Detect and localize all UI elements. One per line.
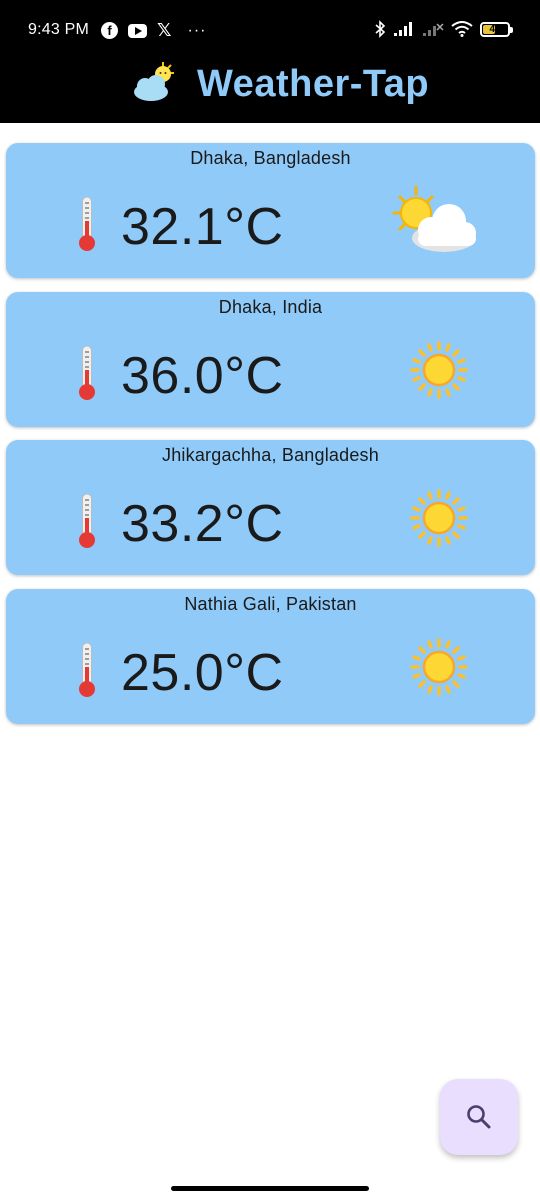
top-bar: 9:43 PM f 𝕏 ··· 47 Weather-Tap <box>0 0 540 123</box>
system-icons: 47 <box>374 20 513 38</box>
weather-card[interactable]: Nathia Gali, Pakistan 25.0°C <box>6 589 535 724</box>
search-icon <box>467 1105 491 1129</box>
thermometer-icon <box>79 493 95 548</box>
weather-card[interactable]: Jhikargachha, Bangladesh 33.2°C <box>6 440 535 575</box>
search-button[interactable] <box>440 1079 518 1155</box>
weather-card[interactable]: Dhaka, Bangladesh 32.1°C <box>6 143 535 278</box>
card-location: Dhaka, Bangladesh <box>190 148 351 168</box>
bluetooth-icon <box>374 20 386 38</box>
youtube-icon <box>128 23 147 38</box>
status-time: 9:43 PM <box>28 21 89 38</box>
app-bar: Weather-Tap <box>0 56 540 116</box>
notification-icons: f 𝕏 ··· <box>101 20 207 41</box>
x-icon: 𝕏 <box>157 20 172 40</box>
wifi-icon <box>451 21 473 37</box>
more-notifications-icon: ··· <box>187 21 207 39</box>
card-temperature: 25.0°C <box>121 644 284 702</box>
facebook-icon: f <box>101 22 118 39</box>
card-temperature: 33.2°C <box>121 495 284 553</box>
app-title: Weather-Tap <box>197 63 430 105</box>
sun-behind-cloud-icon <box>392 185 476 252</box>
card-location: Nathia Gali, Pakistan <box>184 594 357 614</box>
signal-icon <box>393 21 415 37</box>
card-location: Jhikargachha, Bangladesh <box>162 445 379 465</box>
home-indicator[interactable] <box>171 1186 369 1191</box>
thermometer-icon <box>79 642 95 697</box>
card-location: Dhaka, India <box>218 297 323 317</box>
card-temperature: 32.1°C <box>121 198 284 256</box>
sun-icon <box>410 341 468 399</box>
battery-level: 47 <box>489 23 501 35</box>
sun-icon <box>410 638 468 696</box>
sun-behind-cloud-logo-icon <box>134 62 174 101</box>
card-temperature: 36.0°C <box>121 347 284 405</box>
status-bar: 9:43 PM f 𝕏 ··· 47 <box>0 0 540 60</box>
weather-card[interactable]: Dhaka, India 36.0°C <box>6 292 535 427</box>
thermometer-icon <box>79 345 95 400</box>
sun-icon <box>410 489 468 547</box>
battery-icon: 47 <box>480 21 513 37</box>
thermometer-icon <box>79 196 95 251</box>
signal-no-service-icon <box>422 21 444 37</box>
